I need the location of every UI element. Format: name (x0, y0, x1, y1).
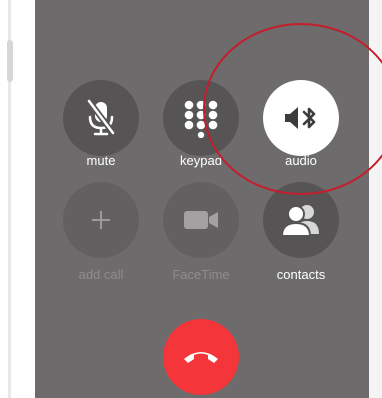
plus-icon (92, 211, 110, 229)
keypad-label: keypad (180, 153, 222, 168)
video-camera-icon (184, 211, 218, 229)
contacts-icon (280, 205, 319, 237)
audio-button[interactable] (263, 80, 339, 156)
add-call-label: add call (78, 267, 124, 282)
contacts-label: contacts (276, 267, 326, 282)
keypad-button[interactable] (163, 80, 239, 156)
keypad-grid-icon (184, 100, 218, 138)
add-call-button[interactable] (63, 182, 139, 258)
facetime-button[interactable] (163, 182, 239, 258)
speaker-bluetooth-icon (285, 107, 316, 129)
end-call-button[interactable] (163, 319, 239, 395)
audio-label: audio (285, 153, 317, 168)
phone-frame-right (369, 0, 382, 398)
phone-hangup-icon (184, 352, 218, 363)
phone-side-button (7, 40, 13, 82)
mute-button[interactable] (63, 80, 139, 156)
contacts-button[interactable] (263, 182, 339, 258)
mic-slash-icon (86, 99, 116, 136)
mute-label: mute (86, 153, 116, 168)
facetime-label: FaceTime (172, 267, 230, 282)
